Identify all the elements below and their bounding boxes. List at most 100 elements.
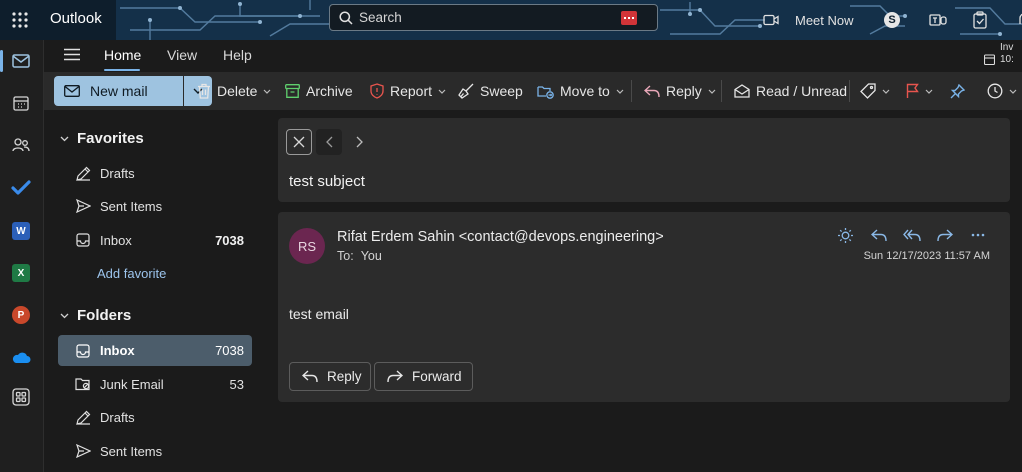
tasks-button[interactable] (970, 10, 990, 30)
chevron-down-icon[interactable] (925, 89, 933, 94)
favorite-item-sent-items[interactable]: Sent Items (58, 191, 252, 221)
report-button[interactable]: Report (370, 76, 446, 106)
folder-item-inbox[interactable]: Inbox 7038 (58, 335, 252, 366)
mail-icon (12, 54, 30, 68)
onedrive-cloud-icon (12, 352, 31, 363)
recipient-name[interactable]: You (361, 249, 382, 263)
clock-icon (987, 83, 1003, 99)
folders-header[interactable]: Folders (60, 307, 131, 324)
hamburger-menu-icon[interactable] (64, 48, 80, 61)
delete-button[interactable]: Delete (197, 76, 271, 106)
search-box[interactable]: Search (329, 4, 658, 31)
reply-all-icon-button[interactable] (895, 224, 928, 246)
next-message-button[interactable] (346, 129, 372, 155)
categorize-button[interactable] (860, 76, 890, 106)
forward-button-label: Forward (412, 369, 462, 384)
close-button[interactable] (286, 129, 312, 155)
rail-powerpoint[interactable]: P (10, 304, 32, 326)
excel-icon: X (12, 264, 30, 282)
unread-count: 7038 (215, 232, 244, 248)
folder-item-drafts[interactable]: Drafts (58, 402, 252, 432)
skype-icon: S (884, 12, 900, 28)
sweep-button[interactable]: Sweep (458, 76, 523, 106)
more-apps-button[interactable] (1014, 10, 1022, 30)
todo-check-icon (11, 180, 31, 195)
avatar[interactable]: RS (289, 228, 325, 264)
upcoming-event[interactable]: Inv 10: (984, 42, 1014, 66)
rail-calendar[interactable] (10, 92, 32, 114)
folder-label: Drafts (100, 409, 135, 425)
rail-todo[interactable] (10, 176, 32, 198)
sweep-label: Sweep (480, 83, 523, 99)
folder-label: Sent Items (100, 198, 163, 214)
reply-button-bottom[interactable]: Reply (289, 362, 371, 391)
pencil-icon (75, 166, 90, 181)
forward-button[interactable]: Forward (374, 362, 473, 391)
skype-button[interactable]: S (882, 10, 902, 30)
broom-icon (458, 83, 474, 99)
rail-mail[interactable] (0, 50, 32, 72)
chevron-down-icon[interactable] (263, 89, 271, 94)
previous-message-button[interactable] (316, 129, 342, 155)
immersive-reader-button[interactable] (829, 224, 862, 246)
active-tab-indicator (104, 69, 140, 71)
chevron-right-icon (356, 136, 363, 148)
folder-item-sent-items[interactable]: Sent Items (58, 436, 252, 466)
app-launcher-button[interactable] (0, 0, 40, 40)
more-options-icon[interactable] (621, 11, 637, 25)
app-rail: W X P (0, 40, 44, 472)
archive-button[interactable]: Archive (285, 76, 353, 106)
snooze-button[interactable] (987, 76, 1017, 106)
new-mail-button[interactable]: New mail (54, 76, 183, 106)
read-unread-label: Read / Unread (756, 83, 848, 99)
send-icon (75, 199, 91, 213)
rail-excel[interactable]: X (10, 262, 32, 284)
favorites-header[interactable]: Favorites (60, 130, 144, 147)
chevron-down-icon[interactable] (882, 89, 890, 94)
folder-label: Sent Items (100, 443, 163, 459)
flag-button[interactable] (906, 76, 933, 106)
teams-button[interactable] (928, 10, 948, 30)
reply-label: Reply (666, 83, 702, 99)
toolbar-divider (631, 80, 632, 102)
tab-home[interactable]: Home (104, 47, 141, 63)
sender-name[interactable]: Rifat Erdem Sahin <contact@devops.engine… (337, 229, 664, 245)
reply-button[interactable]: Reply (644, 76, 716, 106)
rail-more-apps[interactable] (10, 386, 32, 408)
app-title[interactable]: Outlook (50, 0, 102, 40)
chevron-down-icon[interactable] (1009, 89, 1017, 94)
close-icon (293, 136, 305, 148)
meet-now-label: Meet Now (795, 12, 854, 28)
people-icon (12, 138, 30, 152)
add-favorite-link[interactable]: Add favorite (97, 266, 166, 281)
chevron-down-icon[interactable] (708, 89, 716, 94)
forward-arrow-icon (936, 228, 953, 241)
tab-view[interactable]: View (167, 47, 197, 63)
favorites-label: Favorites (77, 130, 144, 147)
command-toolbar: New mail Delete Archive Report Sweep Mov… (44, 72, 1022, 110)
folder-item-junk-email[interactable]: Junk Email 53 (58, 369, 252, 399)
reply-icon-button[interactable] (862, 224, 895, 246)
rail-word[interactable]: W (10, 220, 32, 242)
message-actions (829, 224, 994, 246)
chevron-down-icon[interactable] (438, 89, 446, 94)
pin-button[interactable] (950, 76, 965, 106)
calendar-small-icon (984, 54, 995, 65)
flag-icon (906, 83, 919, 98)
rail-onedrive[interactable] (10, 346, 32, 368)
meet-now-button[interactable]: Meet Now (763, 0, 854, 40)
clipboard-check-icon (973, 11, 987, 29)
tab-help[interactable]: Help (223, 47, 252, 63)
inbox-icon (76, 233, 90, 247)
move-to-button[interactable]: Move to (537, 76, 624, 106)
rail-people[interactable] (10, 134, 32, 156)
favorite-item-drafts[interactable]: Drafts (58, 158, 252, 188)
waffle-icon (12, 12, 28, 28)
video-camera-icon (763, 14, 779, 26)
more-actions-button[interactable] (961, 224, 994, 246)
search-input[interactable]: Search (359, 10, 402, 25)
read-unread-button[interactable]: Read / Unread (734, 76, 847, 106)
favorite-item-inbox[interactable]: Inbox 7038 (58, 225, 252, 255)
chevron-down-icon[interactable] (616, 89, 624, 94)
forward-icon-button[interactable] (928, 224, 961, 246)
